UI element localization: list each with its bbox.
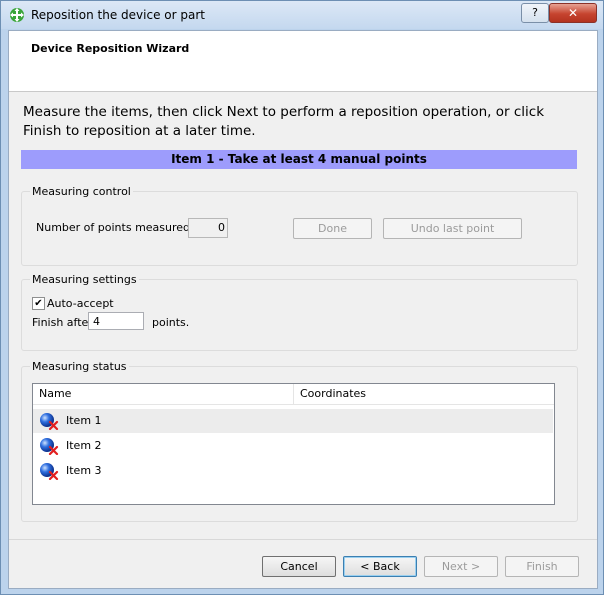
item-name: Item 2 [66,439,102,452]
instructions-text: Measure the items, then click Next to pe… [23,104,545,139]
done-button[interactable]: Done [293,218,372,239]
list-item[interactable]: Item 3 [33,459,553,483]
measuring-settings-title: Measuring settings [30,273,139,286]
auto-accept-checkbox[interactable]: ✔ [32,297,45,310]
wizard-title: Device Reposition Wizard [31,42,190,55]
help-button[interactable]: ? [521,3,549,23]
wizard-header: Device Reposition Wizard [9,31,597,92]
back-button[interactable]: < Back [343,556,417,577]
item-banner: Item 1 - Take at least 4 manual points [21,150,577,169]
finish-after-input[interactable]: 4 [88,312,144,330]
sphere-error-icon [40,438,59,455]
footer-divider [9,539,597,540]
move-arrows-icon [10,8,24,22]
wizard-client-area: Device Reposition Wizard Measure the ite… [8,30,598,589]
list-header: Name Coordinates [33,384,554,405]
sphere-error-icon [40,463,59,480]
item-name: Item 1 [66,414,102,427]
measuring-settings-group: Measuring settings ✔ Auto-accept Finish … [21,273,578,351]
wizard-window: Reposition the device or part ? ✕ Device… [0,0,604,595]
close-button[interactable]: ✕ [549,3,597,23]
cancel-button[interactable]: Cancel [262,556,336,577]
list-item[interactable]: Item 1 [33,409,553,433]
item-name: Item 3 [66,464,102,477]
finish-button[interactable]: Finish [505,556,579,577]
window-title: Reposition the device or part [31,8,205,22]
next-button[interactable]: Next > [424,556,498,577]
points-measured-value: 0 [188,218,228,238]
column-header-name[interactable]: Name [33,384,71,404]
measuring-status-group: Measuring status Name Coordinates Item 1 [21,360,578,522]
points-suffix-label: points. [152,316,190,329]
measuring-status-list[interactable]: Name Coordinates Item 1 Item 2 Item 3 [32,383,555,505]
points-measured-label: Number of points measured: [36,221,194,234]
auto-accept-label: Auto-accept [47,297,114,310]
sphere-error-icon [40,413,59,430]
finish-after-label: Finish after [32,316,93,329]
list-item[interactable]: Item 2 [33,434,553,458]
title-bar[interactable]: Reposition the device or part ? ✕ [1,1,603,29]
undo-last-point-button[interactable]: Undo last point [383,218,522,239]
measuring-status-title: Measuring status [30,360,129,373]
measuring-control-group: Measuring control Number of points measu… [21,185,578,266]
column-header-coordinates[interactable]: Coordinates [294,384,366,404]
measuring-control-title: Measuring control [30,185,133,198]
